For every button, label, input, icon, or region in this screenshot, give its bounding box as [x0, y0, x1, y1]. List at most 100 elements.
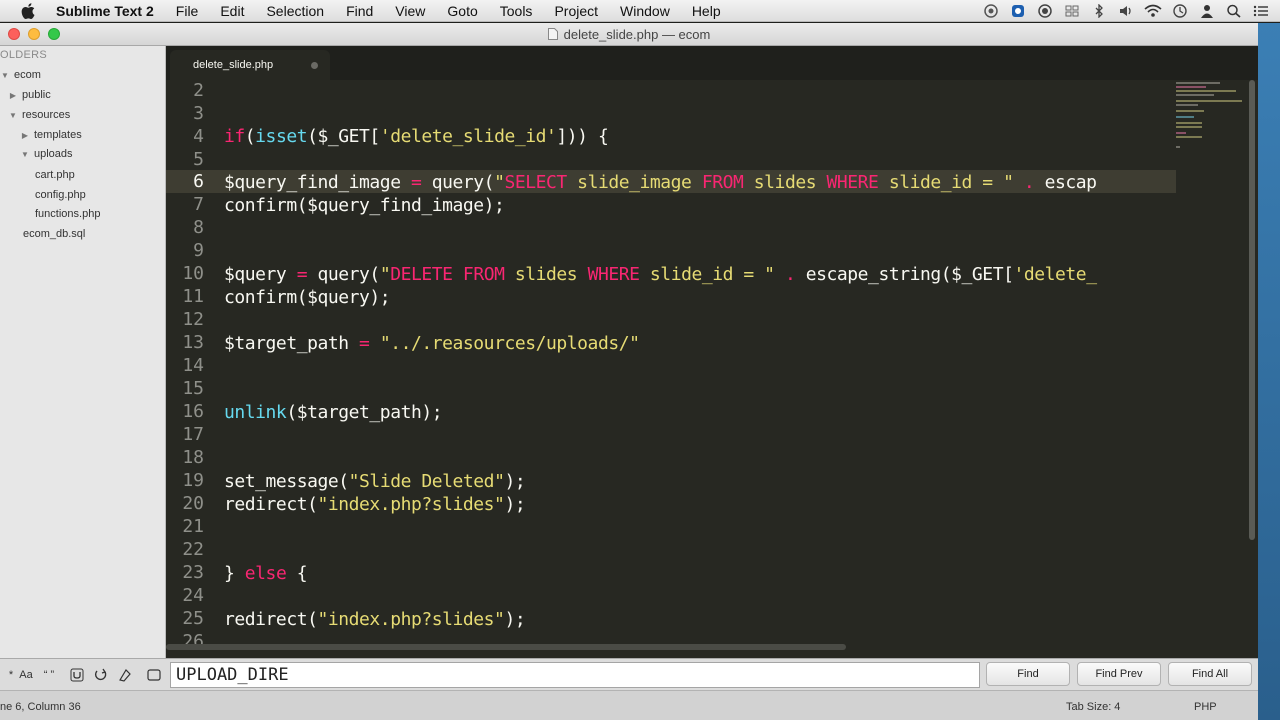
minimap-line — [1176, 110, 1204, 112]
sidebar-item-cart-php[interactable]: cart.php — [35, 166, 75, 184]
menu-help[interactable]: Help — [681, 3, 732, 19]
sidebar-item-ecom-db-sql[interactable]: ecom_db.sql — [23, 225, 85, 243]
in-selection-option-icon[interactable] — [66, 664, 88, 686]
code-line-7: confirm($query_find_image); — [224, 194, 505, 217]
horizontal-scrollbar[interactable] — [166, 644, 846, 650]
sidebar-item-resources[interactable]: ▼ resources — [8, 106, 70, 124]
disclosure-closed-icon[interactable]: ▶ — [8, 91, 18, 100]
unsaved-indicator-icon[interactable] — [311, 62, 318, 69]
code-token: = — [410, 172, 422, 193]
tree-label: uploads — [34, 148, 73, 160]
code-token: if — [224, 126, 245, 147]
disclosure-open-icon[interactable]: ▼ — [20, 150, 30, 159]
sidebar-item-uploads[interactable]: ▼ uploads — [20, 145, 73, 163]
clock-icon[interactable] — [1171, 3, 1189, 19]
find-all-button[interactable]: Find All — [1168, 662, 1252, 686]
tree-label: config.php — [35, 189, 86, 201]
code-token: query( — [421, 172, 495, 193]
minimap-line — [1176, 136, 1202, 138]
code-token: redirect( — [224, 494, 318, 515]
code-area[interactable]: if(isset($_GET['delete_slide_id'])) { $q… — [224, 80, 1174, 658]
wifi-icon[interactable] — [1144, 3, 1162, 19]
menu-window[interactable]: Window — [609, 3, 681, 19]
code-token: query( — [307, 264, 380, 285]
sidebar-item-public[interactable]: ▶ public — [8, 86, 51, 104]
code-token: ])) { — [556, 126, 609, 147]
record-icon[interactable] — [1036, 3, 1054, 19]
code-line-23: } else { — [224, 562, 308, 585]
code-token: ); — [504, 471, 526, 492]
close-window-button[interactable] — [8, 28, 20, 40]
notification-center-icon[interactable] — [1252, 3, 1270, 19]
sidebar-item-templates[interactable]: ▶ templates — [20, 126, 82, 144]
sidebar-item-ecom[interactable]: ▼ ecom — [0, 66, 41, 84]
code-token: confirm($query_find_image); — [224, 195, 505, 216]
wrap-option-icon[interactable] — [90, 664, 112, 686]
find-prev-button[interactable]: Find Prev — [1077, 662, 1161, 686]
vertical-scroll-thumb[interactable] — [1249, 80, 1255, 540]
screen-recorder-icon[interactable] — [982, 3, 1000, 19]
code-token: ($target_path); — [286, 402, 443, 423]
code-line-6: $query_find_image = query("SELECT slide_… — [224, 171, 1097, 194]
tree-label: ecom_db.sql — [23, 228, 86, 240]
zoom-window-button[interactable] — [48, 28, 60, 40]
menu-edit[interactable]: Edit — [209, 3, 255, 19]
code-token: $query_find_image — [224, 172, 411, 193]
whole-word-option[interactable]: “ ” — [38, 664, 60, 686]
grid-icon[interactable] — [1063, 3, 1081, 19]
desktop-background — [1258, 23, 1280, 720]
menu-app-name[interactable]: Sublime Text 2 — [52, 3, 165, 19]
app-menu-icon[interactable] — [1009, 3, 1027, 19]
line-number: 15 — [182, 378, 204, 399]
find-input[interactable]: UPLOAD_DIRE — [170, 662, 980, 688]
line-number: 9 — [193, 240, 204, 261]
code-line-10: $query = query("DELETE FROM slides WHERE… — [224, 263, 1097, 286]
minimap-line — [1176, 90, 1236, 92]
syntax-selector[interactable]: PHP — [1194, 701, 1217, 713]
disclosure-open-icon[interactable]: ▼ — [0, 71, 10, 80]
menu-selection[interactable]: Selection — [255, 3, 335, 19]
highlight-matches-option-icon[interactable] — [114, 664, 136, 686]
line-number: 23 — [182, 562, 204, 583]
tab-label: delete_slide.php — [193, 59, 274, 71]
code-token: DELETE FROM — [390, 264, 505, 285]
menu-view[interactable]: View — [384, 3, 436, 19]
code-token: redirect( — [224, 609, 318, 630]
case-sensitive-option[interactable]: Aa — [15, 664, 37, 686]
code-token: $query — [224, 264, 297, 285]
minimize-window-button[interactable] — [28, 28, 40, 40]
tab-delete-slide-php[interactable]: delete_slide.php — [170, 50, 330, 80]
vertical-scrollbar[interactable] — [1248, 80, 1256, 540]
code-token: "Slide Deleted" — [348, 471, 505, 492]
code-token: " — [379, 264, 391, 285]
sidebar-item-config-php[interactable]: config.php — [35, 186, 86, 204]
menu-file[interactable]: File — [165, 3, 210, 19]
sidebar-item-functions-php[interactable]: functions.php — [35, 205, 100, 223]
menu-find[interactable]: Find — [335, 3, 384, 19]
volume-icon[interactable] — [1117, 3, 1135, 19]
show-context-option-icon[interactable] — [143, 664, 165, 686]
spotlight-search-icon[interactable] — [1225, 3, 1243, 19]
tab-size-selector[interactable]: Tab Size: 4 — [1066, 701, 1120, 713]
code-token: "index.php?slides" — [317, 609, 505, 630]
disclosure-open-icon[interactable]: ▼ — [8, 111, 18, 120]
bluetooth-icon[interactable] — [1090, 3, 1108, 19]
menu-goto[interactable]: Goto — [436, 3, 488, 19]
minimap-line — [1176, 100, 1242, 102]
sidebar: OLDERS ▼ ecom ▶ public ▼ resources ▶ templat… — [0, 46, 166, 658]
apple-icon[interactable] — [18, 0, 38, 22]
code-token: slides — [504, 264, 588, 285]
find-button[interactable]: Find — [986, 662, 1070, 686]
user-icon[interactable] — [1198, 3, 1216, 19]
code-editor[interactable]: delete_slide.php 2 3 4 5 6 7 8 9 10 11 1… — [166, 46, 1258, 658]
window-title-bar: delete_slide.php — ecom — [0, 23, 1258, 46]
line-number: 19 — [182, 470, 204, 491]
disclosure-closed-icon[interactable]: ▶ — [20, 131, 30, 140]
menu-tools[interactable]: Tools — [489, 3, 544, 19]
line-number-gutter: 2 3 4 5 6 7 8 9 10 11 12 13 14 15 16 17 … — [166, 80, 212, 658]
code-token: SELECT — [504, 172, 567, 193]
minimap[interactable] — [1176, 80, 1248, 200]
minimap-line — [1176, 82, 1220, 84]
menu-project[interactable]: Project — [543, 3, 609, 19]
